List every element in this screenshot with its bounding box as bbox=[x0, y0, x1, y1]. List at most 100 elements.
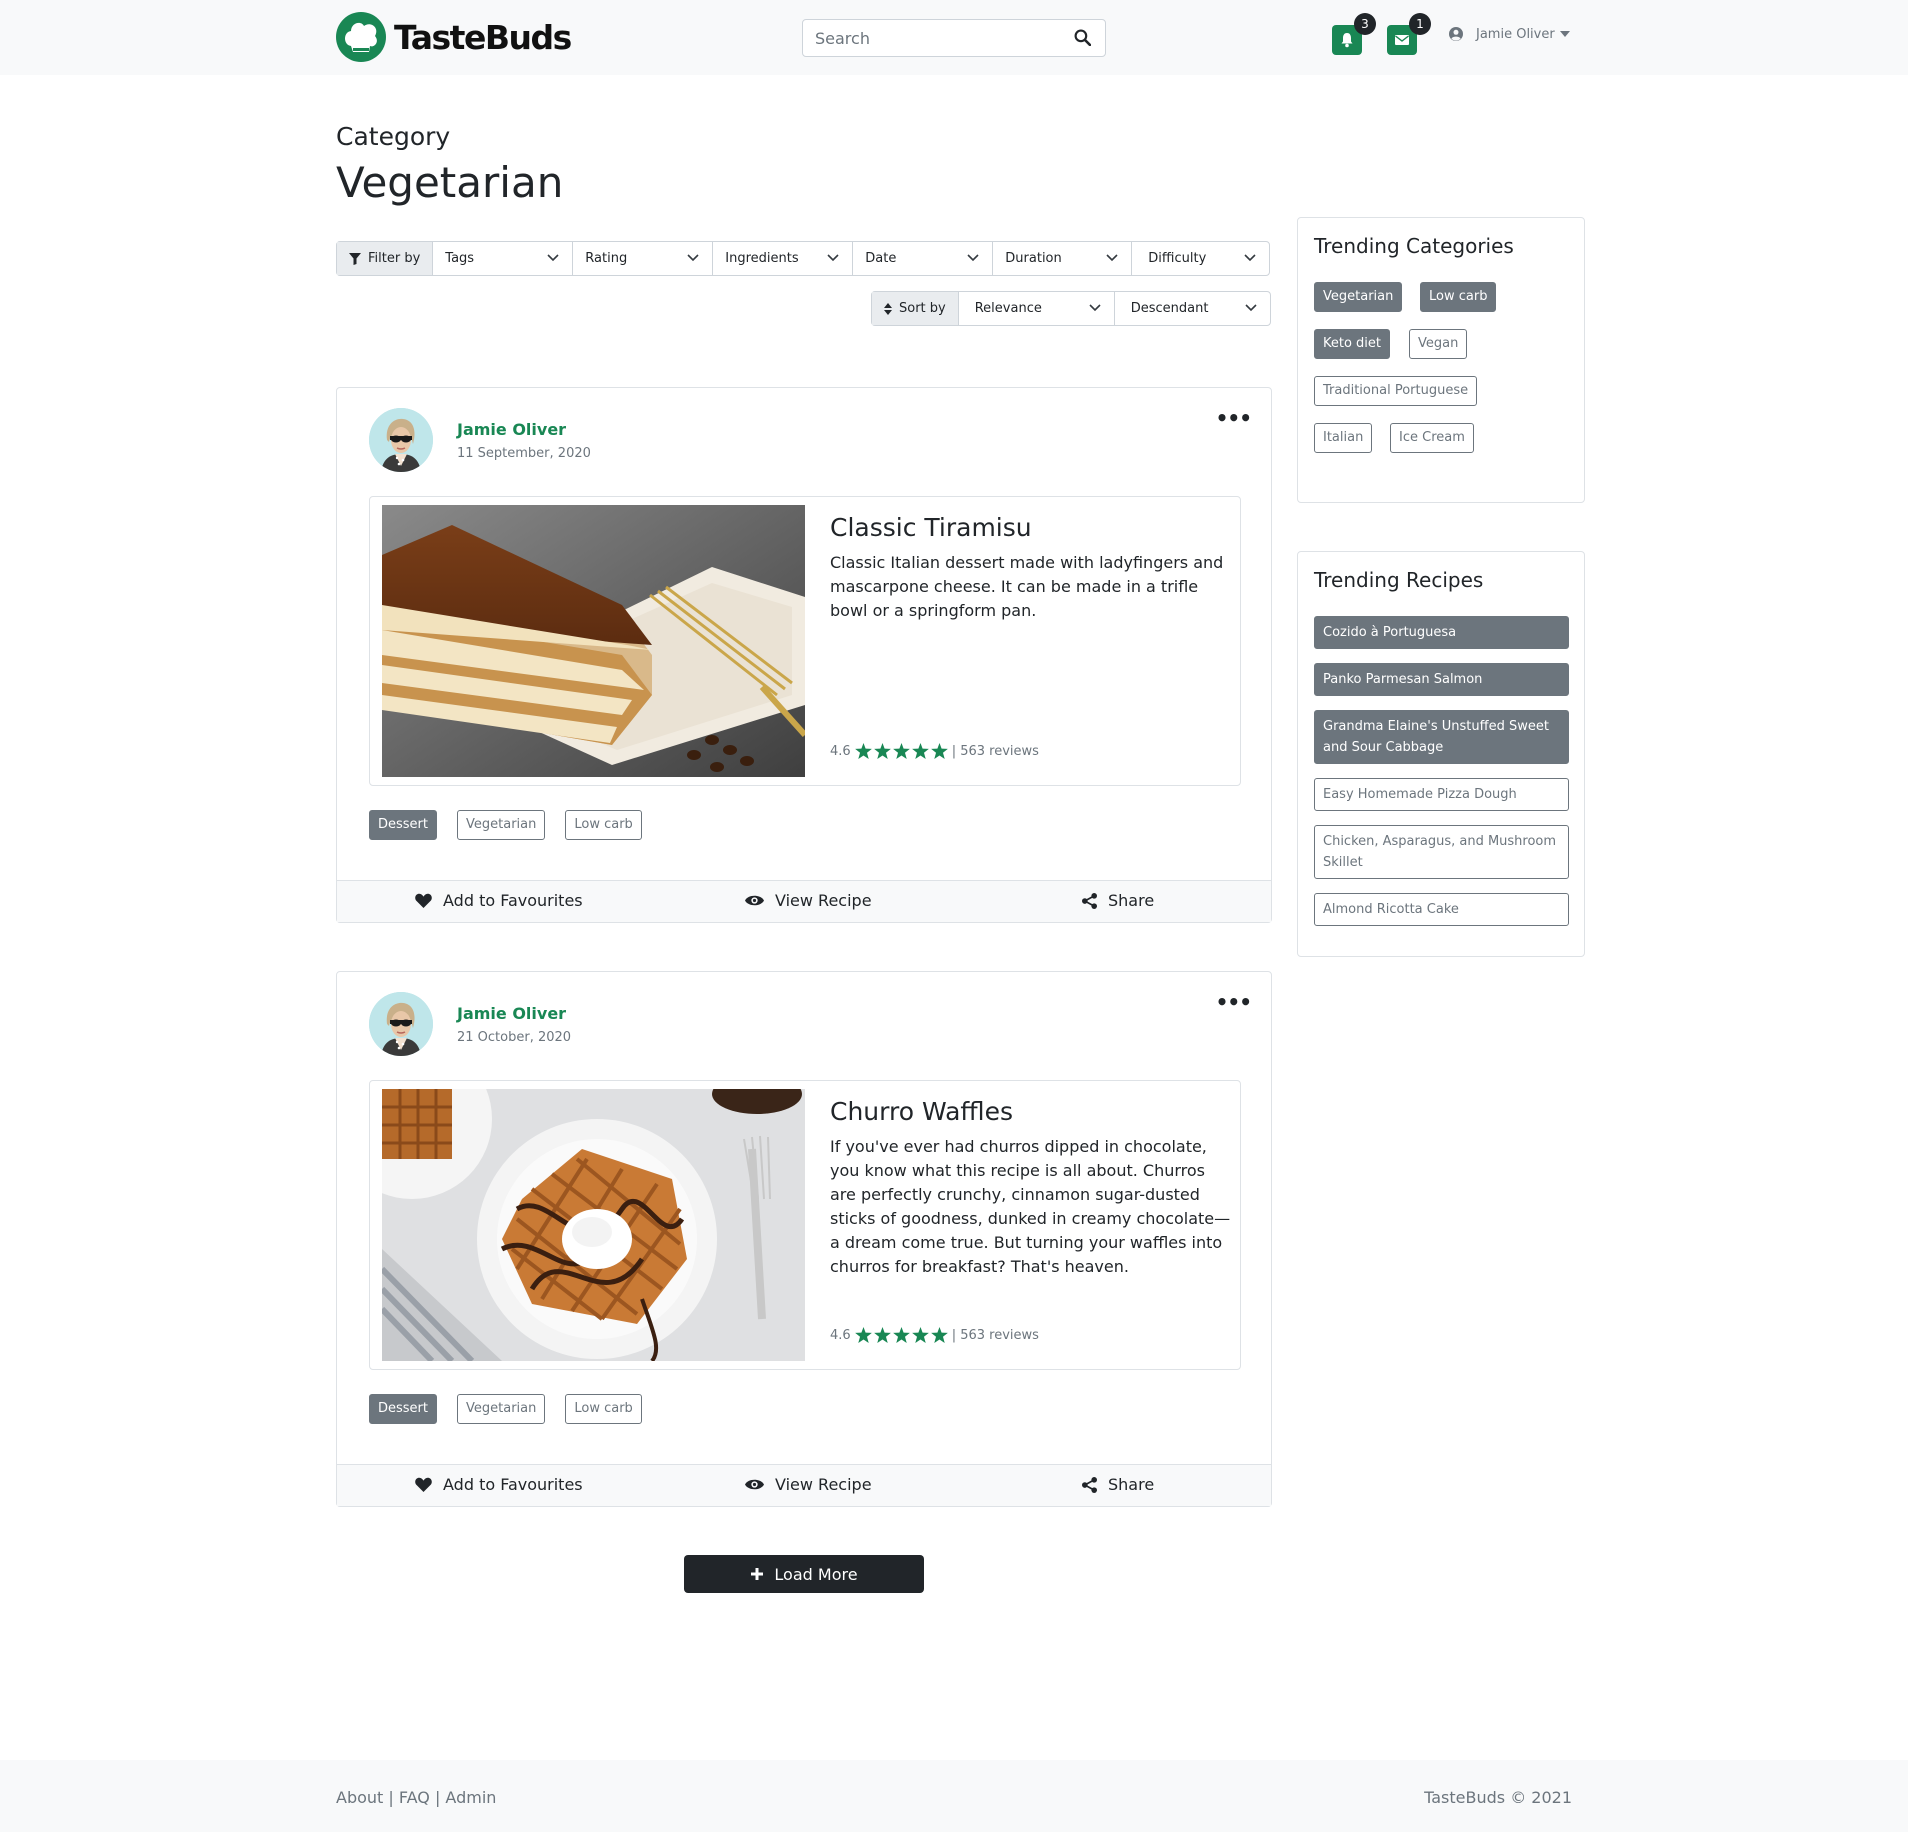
trending-category-item[interactable]: Vegetarian bbox=[1314, 282, 1403, 312]
review-count: | 563 reviews bbox=[951, 1327, 1039, 1343]
rating-stars bbox=[854, 1327, 948, 1343]
churro-waffles-photo bbox=[382, 1089, 805, 1361]
recipe-title[interactable]: Classic Tiramisu bbox=[830, 513, 1032, 542]
chevron-down-icon bbox=[547, 254, 559, 262]
star-icon bbox=[892, 743, 910, 759]
brand-logo[interactable]: TasteBuds bbox=[336, 12, 572, 62]
view-recipe-button[interactable]: View Recipe bbox=[745, 891, 872, 910]
messages-button[interactable]: 1 bbox=[1387, 13, 1431, 55]
star-icon bbox=[911, 1327, 929, 1343]
trending-recipe-item[interactable]: Easy Homemade Pizza Dough bbox=[1314, 778, 1569, 811]
chevron-down-icon bbox=[1244, 254, 1256, 262]
chevron-down-icon bbox=[687, 254, 699, 262]
filter-ingredients-select[interactable]: Ingredients bbox=[712, 242, 852, 275]
sort-order-select[interactable]: Descendant bbox=[1113, 292, 1270, 325]
trending-category-item[interactable]: Keto diet bbox=[1314, 329, 1391, 359]
user-circle-icon bbox=[1449, 27, 1463, 41]
trending-recipe-item[interactable]: Panko Parmesan Salmon bbox=[1314, 663, 1569, 696]
envelope-icon bbox=[1395, 35, 1409, 45]
recipe-preview[interactable]: Classic Tiramisu Classic Italian dessert… bbox=[369, 496, 1241, 786]
caret-down-icon bbox=[1559, 31, 1570, 37]
load-more-button[interactable]: Load More bbox=[684, 1555, 924, 1593]
recipe-post-card: Jamie Oliver 11 September, 2020 ••• Clas… bbox=[336, 387, 1272, 923]
tag-dessert[interactable]: Dessert bbox=[369, 1394, 437, 1424]
sort-by-label: Sort by bbox=[872, 292, 958, 325]
chevron-down-icon bbox=[827, 254, 839, 262]
avatar[interactable] bbox=[369, 992, 433, 1056]
top-navbar: TasteBuds 3 1 Jamie Oliver bbox=[0, 0, 1908, 75]
filter-tags-select[interactable]: Tags bbox=[432, 242, 572, 275]
post-tags: Dessert Vegetarian Low carb bbox=[369, 810, 642, 840]
star-icon bbox=[930, 1327, 948, 1343]
add-to-favourites-button[interactable]: Add to Favourites bbox=[415, 891, 583, 910]
sort-bar: Sort by Relevance Descendant bbox=[871, 291, 1271, 326]
tag-low-carb[interactable]: Low carb bbox=[565, 810, 642, 840]
filter-date-select[interactable]: Date bbox=[852, 242, 992, 275]
trending-recipes-title: Trending Recipes bbox=[1314, 568, 1484, 592]
eye-icon bbox=[745, 1479, 764, 1490]
notifications-badge: 3 bbox=[1354, 13, 1376, 35]
add-to-favourites-button[interactable]: Add to Favourites bbox=[415, 1475, 583, 1494]
recipe-preview[interactable]: Churro Waffles If you've ever had churro… bbox=[369, 1080, 1241, 1370]
recipe-description: If you've ever had churros dipped in cho… bbox=[830, 1137, 1231, 1276]
star-icon bbox=[892, 1327, 910, 1343]
filter-rating-select[interactable]: Rating bbox=[572, 242, 712, 275]
more-options-icon[interactable]: ••• bbox=[1216, 406, 1252, 430]
post-date: 11 September, 2020 bbox=[457, 446, 591, 461]
trending-category-item[interactable]: Italian bbox=[1314, 423, 1373, 453]
notifications-button[interactable]: 3 bbox=[1332, 13, 1376, 55]
star-icon bbox=[873, 743, 891, 759]
post-author[interactable]: Jamie Oliver bbox=[457, 420, 566, 439]
search-input[interactable] bbox=[803, 20, 1063, 56]
rating-stars bbox=[854, 743, 948, 759]
star-icon bbox=[930, 743, 948, 759]
post-author[interactable]: Jamie Oliver bbox=[457, 1004, 566, 1023]
trending-category-item[interactable]: Vegan bbox=[1409, 329, 1468, 359]
tag-dessert[interactable]: Dessert bbox=[369, 810, 437, 840]
sort-field-select[interactable]: Relevance bbox=[957, 292, 1114, 325]
chevron-down-icon bbox=[1245, 304, 1257, 312]
more-options-icon[interactable]: ••• bbox=[1216, 990, 1252, 1014]
chevron-down-icon bbox=[1106, 254, 1118, 262]
star-icon bbox=[854, 1327, 872, 1343]
star-icon bbox=[854, 743, 872, 759]
footer-copyright: TasteBuds © 2021 bbox=[1424, 1788, 1572, 1807]
post-tags: Dessert Vegetarian Low carb bbox=[369, 1394, 642, 1424]
tag-low-carb[interactable]: Low carb bbox=[565, 1394, 642, 1424]
user-menu[interactable]: Jamie Oliver bbox=[1448, 26, 1570, 42]
star-icon bbox=[873, 1327, 891, 1343]
footer-links[interactable]: About | FAQ | Admin bbox=[336, 1788, 496, 1807]
messages-badge: 1 bbox=[1409, 13, 1431, 35]
trending-category-item[interactable]: Traditional Portuguese bbox=[1314, 376, 1478, 406]
filter-by-label: Filter by bbox=[337, 242, 433, 275]
trending-categories-panel: Trending Categories Vegetarian Low carb … bbox=[1297, 217, 1585, 503]
category-label: Category bbox=[336, 122, 451, 151]
trending-recipe-item[interactable]: Chicken, Asparagus, and Mushroom Skillet bbox=[1314, 825, 1569, 879]
brand-name: TasteBuds bbox=[394, 17, 572, 57]
heart-icon bbox=[415, 1477, 432, 1492]
share-icon bbox=[1082, 1476, 1097, 1493]
trending-recipe-item[interactable]: Grandma Elaine's Unstuffed Sweet and Sou… bbox=[1314, 710, 1569, 764]
share-button[interactable]: Share bbox=[1082, 891, 1154, 910]
post-date: 21 October, 2020 bbox=[457, 1030, 572, 1045]
user-name: Jamie Oliver bbox=[1476, 26, 1555, 42]
page-title: Vegetarian bbox=[336, 158, 564, 207]
avatar[interactable] bbox=[369, 408, 433, 472]
star-icon bbox=[911, 743, 929, 759]
trending-category-item[interactable]: Low carb bbox=[1420, 282, 1497, 312]
page-footer: About | FAQ | Admin TasteBuds © 2021 bbox=[0, 1760, 1908, 1832]
rating-value: 4.6 bbox=[830, 1327, 851, 1343]
tag-vegetarian[interactable]: Vegetarian bbox=[457, 1394, 546, 1424]
search-icon[interactable] bbox=[1074, 29, 1092, 50]
view-recipe-button[interactable]: View Recipe bbox=[745, 1475, 872, 1494]
trending-recipe-item[interactable]: Almond Ricotta Cake bbox=[1314, 893, 1569, 926]
filter-duration-select[interactable]: Duration bbox=[992, 242, 1131, 275]
tag-vegetarian[interactable]: Vegetarian bbox=[457, 810, 546, 840]
filter-difficulty-select[interactable]: Difficulty bbox=[1131, 242, 1269, 275]
recipe-title[interactable]: Churro Waffles bbox=[830, 1097, 1013, 1126]
heart-icon bbox=[415, 893, 432, 908]
share-button[interactable]: Share bbox=[1082, 1475, 1154, 1494]
recipe-rating: 4.6 | 563 reviews bbox=[830, 1327, 1039, 1343]
trending-category-item[interactable]: Ice Cream bbox=[1390, 423, 1474, 453]
trending-recipe-item[interactable]: Cozido à Portuguesa bbox=[1314, 616, 1569, 649]
